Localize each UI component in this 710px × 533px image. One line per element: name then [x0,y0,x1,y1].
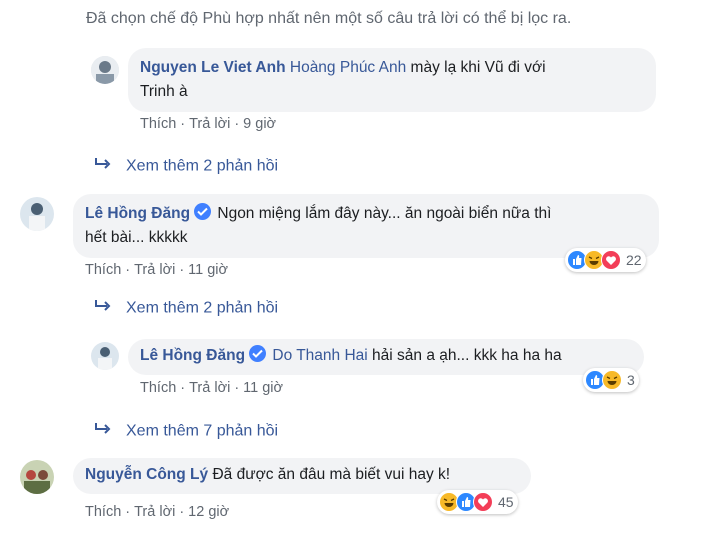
comment-text: hết bài... kkkkk [85,229,188,246]
verified-badge-icon [249,345,267,362]
avatar[interactable] [91,56,119,84]
filter-notice: Đã chọn chế độ Phù hợp nhất nên một số c… [86,10,572,27]
comment-actions: Thích · Trả lời · 11 giờ [140,380,283,396]
separator: · [125,262,131,278]
avatar[interactable] [20,460,54,494]
comment-bubble: Nguyễn Công Lý Đã được ăn đâu mà biết vu… [73,458,531,494]
view-more-label: Xem thêm 7 phản hồi [126,422,279,440]
comment-text: hải sản a ạh... kkk ha ha ha [372,347,562,364]
comment-author[interactable]: Nguyen Le Viet Anh [140,59,286,76]
view-more-replies[interactable]: Xem thêm 7 phản hồi [94,422,278,441]
comment-text: Ngon miệng lắm đây này... ăn ngoài biển … [217,205,552,222]
comment-actions: Thích · Trả lời · 11 giờ [85,262,228,278]
love-icon [473,492,493,512]
reply-arrow-icon [94,299,114,318]
like-link[interactable]: Thích [85,504,121,520]
separator: · [179,262,185,278]
avatar[interactable] [91,342,119,370]
comment-text: mày lạ khi Vũ đi với [410,59,546,76]
avatar[interactable] [20,197,54,231]
comment-actions: Thích · Trả lời · 12 giờ [85,504,229,520]
comment-text: Đã được ăn đâu mà biết vui hay k! [212,466,451,483]
separator: · [179,504,185,520]
comment-mention[interactable]: Hoàng Phúc Anh [290,59,406,76]
comment-actions: Thích · Trả lời · 9 giờ [140,116,276,132]
reaction-count: 45 [498,494,514,510]
comment-time[interactable]: 11 giờ [188,262,228,278]
comment-author[interactable]: Nguyễn Công Lý [85,466,208,483]
comment-time[interactable]: 11 giờ [243,380,283,396]
reaction-summary[interactable]: 45 [437,490,518,514]
verified-badge-icon [194,203,212,220]
comment-mention[interactable]: Do Thanh Hai [272,347,367,364]
reaction-count: 3 [627,372,635,388]
comment-time[interactable]: 12 giờ [188,504,229,520]
comment-bubble: Nguyen Le Viet Anh Hoàng Phúc Anh mày lạ… [128,48,656,112]
separator: · [180,116,186,132]
like-link[interactable]: Thích [85,262,121,278]
comment-bubble: Lê Hồng Đăng Do Thanh Hai hải sản a ạh..… [128,339,644,375]
haha-icon [602,370,622,390]
like-link[interactable]: Thích [140,116,176,132]
view-more-replies[interactable]: Xem thêm 2 phản hồi [94,299,278,318]
reply-arrow-icon [94,157,114,176]
separator: · [234,116,240,132]
reply-link[interactable]: Trả lời [134,262,175,278]
comment-author[interactable]: Lê Hồng Đăng [140,347,245,364]
view-more-replies[interactable]: Xem thêm 2 phản hồi [94,157,278,176]
like-link[interactable]: Thích [140,380,176,396]
reaction-summary[interactable]: 3 [583,368,639,392]
reaction-summary[interactable]: 22 [565,248,646,272]
separator: · [125,504,131,520]
comment-author[interactable]: Lê Hồng Đăng [85,205,190,222]
reaction-count: 22 [626,252,642,268]
love-icon [601,250,621,270]
reply-link[interactable]: Trả lời [134,504,175,520]
view-more-label: Xem thêm 2 phản hồi [126,157,279,175]
reply-link[interactable]: Trả lời [189,380,230,396]
comment-text: Trinh à [140,83,188,100]
separator: · [180,380,186,396]
separator: · [234,380,240,396]
reply-arrow-icon [94,422,114,441]
view-more-label: Xem thêm 2 phản hồi [126,299,279,317]
comment-time[interactable]: 9 giờ [243,116,276,132]
reply-link[interactable]: Trả lời [189,116,230,132]
